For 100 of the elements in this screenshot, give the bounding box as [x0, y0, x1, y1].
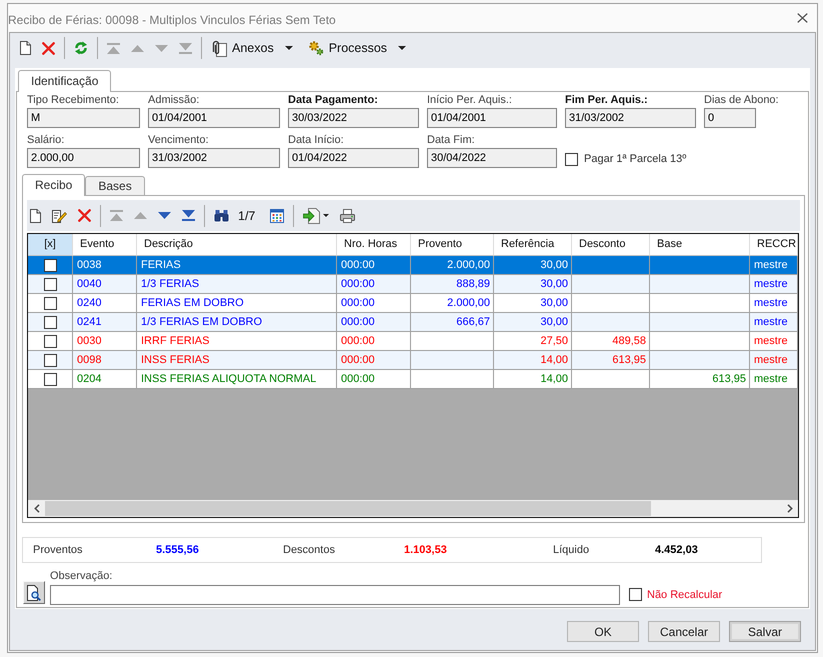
table-cell-text: FERIAS EM DOBRO	[141, 296, 244, 311]
printer-icon[interactable]	[340, 208, 356, 222]
table-cell-text: 0038	[77, 258, 102, 273]
document-search-button[interactable]	[23, 581, 45, 604]
field-label: Vencimento:	[148, 134, 209, 147]
column-header[interactable]: [x]	[28, 234, 73, 256]
edit-document-icon[interactable]	[52, 208, 67, 222]
text-field[interactable]: 31/03/2002	[148, 148, 280, 168]
table-cell-text: mestre	[754, 353, 788, 368]
text-field[interactable]: 31/03/2002	[565, 108, 696, 128]
table-cell-text: 000:00	[341, 372, 375, 387]
table-row[interactable]: 0038 FERIAS 000:00 2.000,00 30,00 mestre	[28, 256, 798, 275]
text-field[interactable]: M	[27, 108, 140, 128]
table-row[interactable]: 0040 1/3 FERIAS 000:00 888,89 30,00 mestre	[28, 275, 798, 294]
column-header[interactable]: Referência	[494, 234, 572, 256]
text-field[interactable]: 30/04/2022	[427, 148, 557, 168]
table-cell-text: 000:00	[341, 353, 375, 368]
column-header[interactable]: Base	[650, 234, 750, 256]
field-label: Data Início:	[288, 134, 344, 147]
input-field[interactable]	[50, 585, 620, 605]
column-header[interactable]: Nro. Horas	[337, 234, 411, 256]
gears-icon	[308, 40, 324, 56]
checkbox[interactable]	[629, 588, 642, 601]
row-checkbox[interactable]	[44, 278, 57, 290]
column-header[interactable]: RECCR	[750, 234, 798, 256]
caret-icon[interactable]	[323, 214, 330, 217]
table-cell-text: 000:00	[341, 334, 375, 349]
table-cell-text: 1/3 FERIAS	[141, 277, 200, 292]
menu-button[interactable]: Processos	[308, 40, 406, 56]
binoculars-icon[interactable]	[214, 209, 229, 222]
column-header[interactable]: Evento	[73, 234, 137, 256]
table-row[interactable]: 0030 IRRF FERIAS 000:00 27,50 489,58 mestre	[28, 332, 798, 351]
text-field[interactable]: 01/04/2001	[148, 108, 280, 128]
row-checkbox[interactable]	[44, 316, 57, 328]
table-cell-text: 30,00	[540, 258, 568, 273]
close-icon[interactable]	[797, 13, 808, 23]
text-field[interactable]: 01/04/2022	[288, 148, 419, 168]
document-magnifier-icon	[27, 584, 41, 600]
column-header[interactable]: Provento	[411, 234, 494, 256]
scroll-right-icon[interactable]	[786, 504, 792, 513]
table-cell-text: mestre	[754, 277, 788, 292]
table-row[interactable]: 0204 INSS FERIAS ALIQUOTA NORMAL 000:00 14,00 613,95 mestre	[28, 370, 798, 389]
tab[interactable]: Identificação	[18, 70, 112, 92]
table-cell-text: 30,00	[540, 296, 568, 311]
delete-icon[interactable]	[42, 42, 55, 54]
dialog-button[interactable]: OK	[567, 621, 639, 642]
row-checkbox[interactable]	[44, 372, 57, 386]
horizontal-scrollbar[interactable]	[28, 500, 798, 517]
dialog-button[interactable]: Cancelar	[648, 621, 720, 642]
row-checkbox[interactable]	[44, 258, 57, 272]
table-row[interactable]: 0098 INSS FERIAS 000:00 14,00 613,95 mestre	[28, 351, 798, 370]
table-cell-text: mestre	[754, 258, 788, 273]
grid-icon[interactable]	[270, 208, 284, 222]
refresh-icon[interactable]	[74, 40, 88, 56]
total-value: 1.103,53	[404, 544, 447, 556]
new-document-icon[interactable]	[20, 41, 31, 55]
table-cell-text: 489,58	[612, 334, 646, 349]
text-field[interactable]: 30/03/2022	[288, 108, 419, 128]
text-field[interactable]: 01/04/2001	[427, 108, 557, 128]
text-field[interactable]: 0	[704, 108, 756, 128]
total-value: 4.452,03	[655, 544, 698, 556]
table-cell-text: 14,00	[540, 353, 568, 368]
field-label: Fim Per. Aquis.:	[565, 94, 648, 107]
total-label: Descontos	[283, 544, 335, 556]
arrow-to-bottom-icon[interactable]	[182, 210, 195, 221]
table-cell-text: 1/3 FERIAS EM DOBRO	[141, 315, 262, 330]
column-header[interactable]: Desconto	[572, 234, 650, 256]
delete-icon[interactable]	[78, 209, 91, 222]
field-label: Início Per. Aquis.:	[427, 94, 512, 107]
menu-button[interactable]: Anexos	[211, 40, 293, 56]
field-label: Data Pagamento:	[288, 94, 378, 107]
row-checkbox[interactable]	[44, 296, 57, 310]
tab[interactable]: Recibo	[22, 174, 86, 196]
table-row[interactable]: 0240 FERIAS EM DOBRO 000:00 2.000,00 30,00 mestre	[28, 294, 798, 313]
table-cell-text: 30,00	[540, 277, 568, 292]
table-cell-text: 0240	[77, 296, 102, 311]
table-cell-text: mestre	[754, 334, 788, 349]
text-field[interactable]: 2.000,00	[27, 148, 140, 168]
row-checkbox[interactable]	[44, 334, 57, 348]
field-label: Admissão:	[148, 94, 200, 107]
field-label: Observação:	[50, 570, 112, 583]
arrow-document-icon[interactable]	[303, 208, 320, 224]
scroll-left-icon[interactable]	[34, 504, 40, 513]
table-row[interactable]: 0241 1/3 FERIAS EM DOBRO 000:00 666,67 30,00 mestre	[28, 313, 798, 332]
table-cell-text: 14,00	[540, 372, 568, 387]
table-cell-text: 2.000,00	[447, 258, 490, 273]
window-title: Recibo de Férias: 00098 - Multiplos Vinculos Férias Sem Teto	[8, 12, 336, 26]
table-cell-text: 2.000,00	[447, 296, 490, 311]
row-checkbox[interactable]	[44, 354, 57, 366]
column-header[interactable]: Descrição	[137, 234, 337, 256]
tab[interactable]: Bases	[85, 176, 145, 195]
checkbox[interactable]	[565, 152, 578, 166]
down-arrow-icon[interactable]	[158, 212, 171, 219]
new-document-icon[interactable]	[30, 208, 41, 222]
table-cell-text: 0098	[77, 353, 102, 368]
scrollbar-thumb[interactable]	[45, 501, 651, 516]
table-cell-text: 0030	[77, 334, 102, 349]
table-cell-text: mestre	[754, 296, 788, 311]
dialog-button[interactable]: Salvar	[729, 621, 801, 642]
paperclip-icon	[211, 40, 227, 56]
